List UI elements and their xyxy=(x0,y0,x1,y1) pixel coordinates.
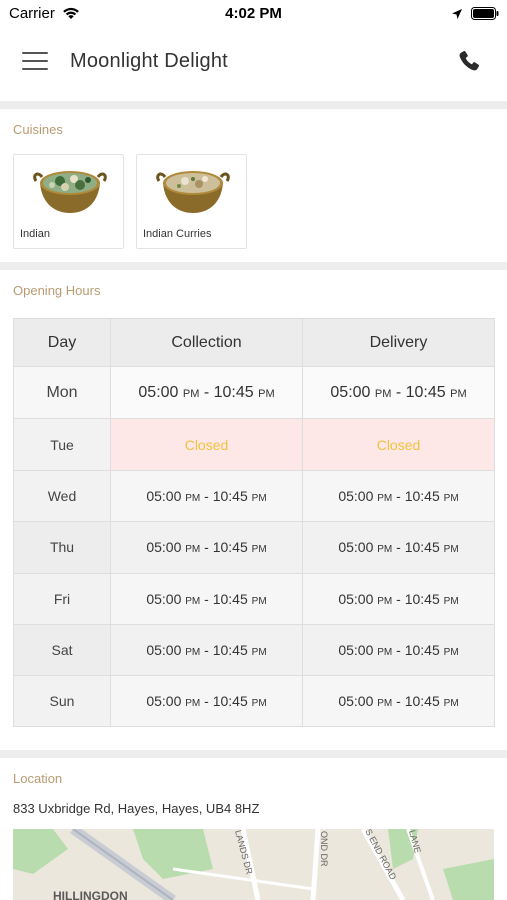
address-text: 833 Uxbridge Rd, Hayes, Hayes, UB4 8HZ xyxy=(13,801,260,816)
section-divider xyxy=(0,262,507,270)
location-heading: Location xyxy=(13,771,63,786)
cuisine-card-indian-curries[interactable]: Indian Curries xyxy=(136,154,247,249)
delivery-hours-cell: 05:00 PM - 10:45 PM xyxy=(302,572,495,625)
cuisine-card-indian[interactable]: Indian xyxy=(13,154,124,249)
day-cell: Thu xyxy=(13,521,111,574)
collection-hours-cell: 05:00 PM - 10:45 PM xyxy=(110,470,303,523)
section-divider xyxy=(0,750,507,758)
collection-hours-cell: 05:00 PM - 10:45 PM xyxy=(110,365,303,420)
day-cell: Sun xyxy=(13,674,111,728)
section-divider xyxy=(0,101,507,109)
day-cell: Mon xyxy=(13,365,111,420)
day-cell: Wed xyxy=(13,470,111,523)
phone-icon[interactable] xyxy=(457,49,481,78)
delivery-hours-cell: 05:00 PM - 10:45 PM xyxy=(302,470,495,523)
table-row: Sun 05:00 PM - 10:45 PM 05:00 PM - 10:45… xyxy=(13,674,495,728)
delivery-hours-cell: 05:00 PM - 10:45 PM xyxy=(302,521,495,574)
collection-hours-cell: 05:00 PM - 10:45 PM xyxy=(110,623,303,676)
table-header-row: Day Collection Delivery xyxy=(13,318,495,367)
clock: 4:02 PM xyxy=(225,5,282,22)
karahi-dish-image xyxy=(32,161,108,222)
cuisine-name: Indian xyxy=(20,228,50,240)
page-title: Moonlight Delight xyxy=(70,50,228,72)
opening-hours-heading: Opening Hours xyxy=(13,283,101,298)
table-row: Thu 05:00 PM - 10:45 PM 05:00 PM - 10:45… xyxy=(13,521,495,574)
collection-hours-cell: 05:00 PM - 10:45 PM xyxy=(110,521,303,574)
day-cell: Tue xyxy=(13,418,111,472)
collection-hours-cell: 05:00 PM - 10:45 PM xyxy=(110,572,303,625)
table-row: Sat 05:00 PM - 10:45 PM 05:00 PM - 10:45… xyxy=(13,623,495,676)
map-area-label: HILLINGDON xyxy=(53,889,128,900)
column-header-collection: Collection xyxy=(110,318,303,367)
table-row: Wed 05:00 PM - 10:45 PM 05:00 PM - 10:45… xyxy=(13,470,495,523)
status-bar: Carrier 4:02 PM xyxy=(0,0,507,28)
collection-closed-cell: Closed xyxy=(110,418,303,472)
app-header: Moonlight Delight xyxy=(0,28,507,98)
hamburger-menu-icon[interactable] xyxy=(22,52,48,72)
location-map[interactable]: HILLINGDON LANDS DR OND DR S END ROAD LA… xyxy=(13,829,494,900)
table-row: Tue Closed Closed xyxy=(13,418,495,472)
table-row: Fri 05:00 PM - 10:45 PM 05:00 PM - 10:45… xyxy=(13,572,495,625)
day-cell: Sat xyxy=(13,623,111,676)
location-arrow-icon xyxy=(451,7,463,24)
column-header-day: Day xyxy=(13,318,111,367)
opening-hours-table: Day Collection Delivery Mon 05:00 PM - 1… xyxy=(13,318,495,728)
delivery-hours-cell: 05:00 PM - 10:45 PM xyxy=(302,674,495,728)
delivery-closed-cell: Closed xyxy=(302,418,495,472)
day-cell: Fri xyxy=(13,572,111,625)
map-road-label: OND DR xyxy=(319,831,329,867)
battery-icon xyxy=(471,7,499,24)
curry-dish-image xyxy=(155,161,231,222)
cuisine-name: Indian Curries xyxy=(143,228,212,240)
table-row: Mon 05:00 PM - 10:45 PM 05:00 PM - 10:45… xyxy=(13,365,495,420)
delivery-hours-cell: 05:00 PM - 10:45 PM xyxy=(302,365,495,420)
collection-hours-cell: 05:00 PM - 10:45 PM xyxy=(110,674,303,728)
column-header-delivery: Delivery xyxy=(302,318,495,367)
cuisines-heading: Cuisines xyxy=(13,122,63,137)
delivery-hours-cell: 05:00 PM - 10:45 PM xyxy=(302,623,495,676)
